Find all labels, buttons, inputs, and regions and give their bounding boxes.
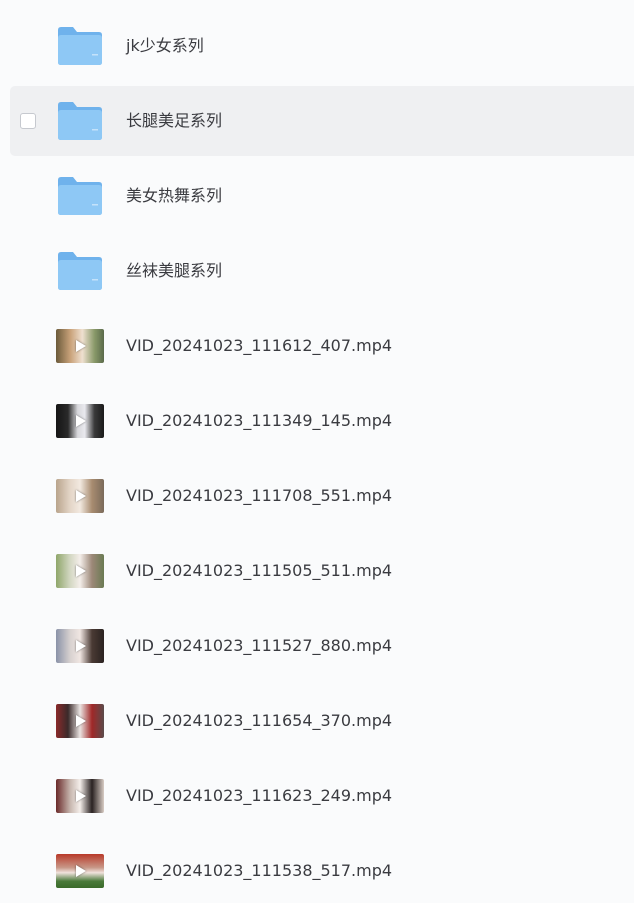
file-name: VID_20241023_111708_551.mp4 — [126, 486, 393, 505]
play-icon — [76, 790, 86, 802]
file-name: VID_20241023_111527_880.mp4 — [126, 636, 393, 655]
video-thumbnail — [56, 476, 106, 516]
play-icon — [76, 865, 86, 877]
folder-icon — [56, 101, 106, 141]
file-name: 长腿美足系列 — [126, 111, 223, 130]
file-row-folder[interactable]: jk少女系列 — [10, 11, 634, 81]
checkbox[interactable] — [20, 113, 36, 129]
file-name: VID_20241023_111538_517.mp4 — [126, 861, 393, 880]
file-name: VID_20241023_111654_370.mp4 — [126, 711, 393, 730]
video-thumbnail — [56, 701, 106, 741]
file-row-video[interactable]: VID_20241023_111708_551.mp4 — [10, 461, 634, 531]
folder-icon — [56, 26, 106, 66]
play-icon — [76, 490, 86, 502]
file-row-folder[interactable]: 美女热舞系列 — [10, 161, 634, 231]
file-row-video[interactable]: VID_20241023_111612_407.mp4 — [10, 311, 634, 381]
play-icon — [76, 340, 86, 352]
file-name: VID_20241023_111612_407.mp4 — [126, 336, 393, 355]
file-row-video[interactable]: VID_20241023_111623_249.mp4 — [10, 761, 634, 831]
play-icon — [76, 715, 86, 727]
video-thumbnail — [56, 851, 106, 891]
video-thumbnail — [56, 326, 106, 366]
file-row-video[interactable]: VID_20241023_111654_370.mp4 — [10, 686, 634, 756]
play-icon — [76, 415, 86, 427]
file-row-video[interactable]: VID_20241023_111505_511.mp4 — [10, 536, 634, 606]
file-name: VID_20241023_111623_249.mp4 — [126, 786, 393, 805]
video-thumbnail — [56, 626, 106, 666]
file-name: jk少女系列 — [126, 36, 204, 55]
video-thumbnail — [56, 401, 106, 441]
video-thumbnail — [56, 776, 106, 816]
folder-icon — [56, 176, 106, 216]
play-icon — [76, 640, 86, 652]
file-row-folder-selected[interactable]: 长腿美足系列 — [10, 86, 634, 156]
file-row-folder[interactable]: 丝袜美腿系列 — [10, 236, 634, 306]
file-name: VID_20241023_111505_511.mp4 — [126, 561, 393, 580]
folder-icon — [56, 251, 106, 291]
play-icon — [76, 565, 86, 577]
file-name: 丝袜美腿系列 — [126, 261, 223, 280]
file-name: 美女热舞系列 — [126, 186, 223, 205]
file-name: VID_20241023_111349_145.mp4 — [126, 411, 393, 430]
video-thumbnail — [56, 551, 106, 591]
file-row-video[interactable]: VID_20241023_111538_517.mp4 — [10, 836, 634, 903]
file-row-video[interactable]: VID_20241023_111527_880.mp4 — [10, 611, 634, 681]
file-list: jk少女系列 长腿美足系列 美女热舞系列 丝袜美腿系列 VID_20241023… — [0, 0, 634, 903]
file-row-video[interactable]: VID_20241023_111349_145.mp4 — [10, 386, 634, 456]
